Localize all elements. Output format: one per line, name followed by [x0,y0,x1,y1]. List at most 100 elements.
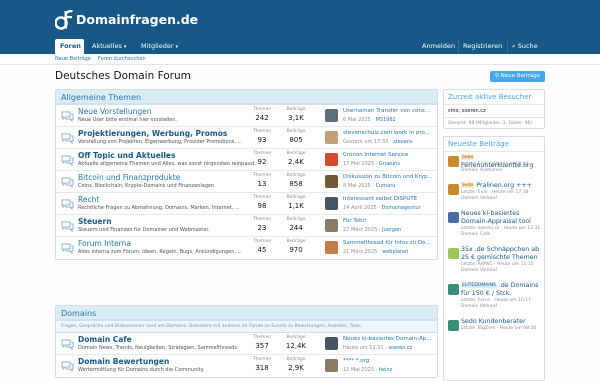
latest-post-title[interactable]: Sedo Kundenberater [461,318,547,326]
posts-stat: Beiträge 244 [280,217,312,234]
prefix-badge: Sedo [461,183,475,188]
last-post-user[interactable]: Cumaru [376,183,396,189]
last-post-title[interactable]: Sammelthread für Infos zu Do... [343,240,435,246]
section-header[interactable]: Domains [56,306,437,321]
avatar[interactable] [325,153,338,166]
last-post-user[interactable]: heinz [379,367,392,373]
last-post-date[interactable]: 27 März 2025 [343,227,377,233]
last-post-date[interactable]: 14 April 2025 [343,205,377,211]
chevron-down-icon[interactable]: ▾ [124,44,127,50]
last-post-date[interactable]: 6 Mai 2025 [343,117,371,123]
last-post-title[interactable]: **** *.org [343,358,435,364]
last-post-user[interactable]: MS1982 [376,117,396,123]
last-post-meta: 17 Mai 2025 · Grueuns [343,161,400,167]
latest-post-forum[interactable]: Domain Verkauf [461,196,547,202]
threads-count: 242 [255,114,269,122]
last-post-date[interactable]: Gestern um 17:33 [343,139,388,145]
threads-stat: Themen 92 [246,151,278,168]
last-post-user[interactable]: Domainagentur [381,205,420,211]
site-logo-icon[interactable] [55,10,73,30]
last-post-date[interactable]: 8 Mai 2025 [343,183,371,189]
posts-count: 858 [289,180,303,188]
last-post-title[interactable]: Cronon Internet Service [343,152,435,158]
register-link[interactable]: Registrieren [458,39,506,54]
last-post-title[interactable]: Für Tobi! [343,218,435,224]
tab-news[interactable]: Aktuelles ▾ [92,39,126,54]
latest-post-title[interactable]: 35x .de Schnäppchen ab 25 € gemischte Th… [461,246,547,261]
last-post-title[interactable]: Diskussion zu Bitcoin und Kryp... [343,174,435,180]
last-post-user[interactable]: stevens [393,139,412,145]
last-post-title[interactable]: Usernamen Transfer von cons... [343,108,435,114]
avatar[interactable] [448,156,459,167]
latest-post-forum[interactable]: Domain Verkauf [461,304,547,310]
last-post-date[interactable]: 21 März 2025 [343,249,377,255]
section-header[interactable]: Allgemeine Themen [56,90,437,105]
forum-title[interactable]: Neue Vorstellungen [78,107,151,116]
page-title: Deutsches Domain Forum [55,70,191,82]
avatar[interactable] [325,359,338,372]
login-link[interactable]: Anmelden [418,39,459,54]
active-visitors-title[interactable]: Zurzeit aktive Besucher [444,90,544,105]
last-post-title[interactable]: stevenschulz.com work in pro... [343,130,435,136]
last-post-user[interactable]: Juergen [382,227,401,233]
posts-count: 805 [289,136,303,144]
latest-post-title[interactable]: Neues ki-basiertes Domain-Appraisal tool [461,210,547,225]
forum-title[interactable]: Steuern [78,217,112,226]
search-label: Suche [517,42,538,50]
last-post-user[interactable]: Grueuns [379,161,400,167]
forum-icon [61,111,74,122]
avatar[interactable] [448,320,459,331]
search-link[interactable]: ⌕ Suche [507,39,542,54]
avatar[interactable] [325,109,338,122]
new-posts-button[interactable]: ⚲ Neue Beiträge [490,71,545,82]
avatar[interactable] [448,184,459,195]
forum-title[interactable]: Domain Bewertungen [78,357,169,366]
avatar[interactable] [325,131,338,144]
forum-title[interactable]: Bitcoin und Finanzprodukte [78,173,180,182]
site-name[interactable]: Domainfragen.de [76,12,198,27]
avatar[interactable] [448,212,459,223]
threads-count: 93 [257,136,267,144]
posts-stat: Beiträge 858 [280,173,312,190]
latest-post-forum[interactable]: Domain Verkauf [461,268,547,274]
subnav-new-posts[interactable]: Neue Beiträge [55,54,91,65]
forum-title[interactable]: Off Topic und Aktuelles [78,151,176,160]
sub-nav: Neue Beiträge Foren durchsuchen [0,54,600,65]
avatar[interactable] [325,175,338,188]
last-post-date[interactable]: 17 Mai 2025 [343,161,374,167]
section-title[interactable]: Domains [61,306,96,321]
avatar[interactable] [448,284,459,295]
avatar[interactable] [325,219,338,232]
avatar[interactable] [325,197,338,210]
forum-title[interactable]: Forum Interna [78,239,131,248]
avatar[interactable] [325,337,338,350]
forum-title[interactable]: Projektierungen, Werbung, Promos [78,129,227,138]
latest-post-title[interactable]: ELITEDOMAINS .de Domains für 150 € / Stc… [461,282,547,297]
chevron-down-icon[interactable]: ▾ [176,44,179,50]
last-post-user[interactable]: soeren.cz [388,345,412,351]
active-visitors-list[interactable]: smo, soeren.cz [444,105,544,117]
section-title[interactable]: Allgemeine Themen [61,90,141,105]
last-post-date[interactable]: Heute um 12:31 [343,345,384,351]
avatar[interactable] [448,248,459,259]
latest-post-title-text: Sedo Kundenberater [461,318,526,325]
forum-title[interactable]: Domain Cafe [78,335,132,344]
forum-row: Recht Rechtliche Fragen zu Abmahnung, Dom… [56,193,437,215]
tab-forums[interactable]: Foren [55,39,84,54]
last-post-date[interactable]: 11 Mai 2025 [343,367,374,373]
posts-count: 1,1K [288,202,304,210]
latest-post-title-text: Neues ki-basiertes Domain-Appraisal tool [461,210,531,225]
latest-post-forum[interactable]: Domain Cafe [461,232,547,238]
tab-members[interactable]: Mitglieder ▾ [141,39,178,54]
last-post-title[interactable]: Interessant selbst DISPUTE [343,196,435,202]
latest-post-title[interactable]: Sedo Pralinen.org +++ [461,182,547,190]
latest-post-item: Sedo Kundenberater Letzte: BigZero · Heut… [448,318,540,346]
section-description: Fragen, Gespräche und Diskussionen rund … [56,321,437,333]
last-post-title[interactable]: Neues ki-basiertes Domain-Ap... [343,336,435,342]
avatar[interactable] [325,241,338,254]
latest-posts-title[interactable]: Neueste Beiträge [444,137,544,152]
subnav-search-forums[interactable]: Foren durchsuchen [98,54,146,65]
latest-post-forum[interactable]: Domain Auktionen [461,168,547,174]
forum-title[interactable]: Recht [78,195,99,204]
last-post-user[interactable]: webplanet [382,249,408,255]
